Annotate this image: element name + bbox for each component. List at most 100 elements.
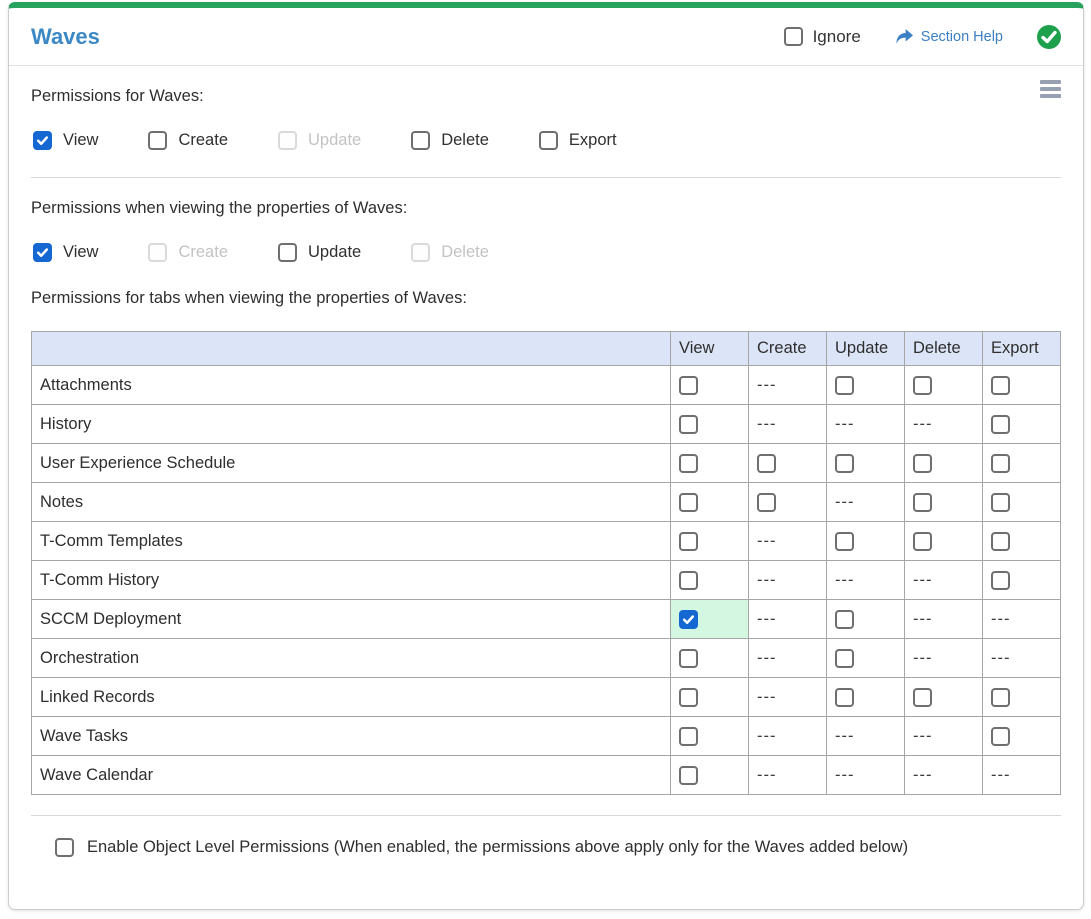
tab-permission-checkbox[interactable]: [757, 492, 776, 512]
permission-view[interactable]: View: [33, 243, 98, 262]
tab-permission-checkbox[interactable]: [835, 375, 854, 395]
not-applicable-cell: ---: [904, 599, 983, 639]
permission-label: Update: [308, 131, 362, 149]
permission-delete: Delete: [411, 243, 489, 262]
permission-create[interactable]: Create: [148, 131, 228, 150]
tab-permission-checkbox[interactable]: [835, 453, 854, 473]
permission-delete[interactable]: Delete: [411, 131, 489, 150]
permission-label: Delete: [441, 131, 489, 149]
permission-cell: [670, 599, 749, 639]
tab-permission-checkbox[interactable]: [913, 687, 932, 707]
tab-permission-checkbox[interactable]: [757, 453, 776, 473]
tab-permission-checkbox[interactable]: [679, 492, 698, 512]
tab-permission-checkbox[interactable]: [835, 687, 854, 707]
tab-permission-checkbox[interactable]: [991, 414, 1010, 434]
enable-olp-row[interactable]: Enable Object Level Permissions (When en…: [31, 816, 1061, 857]
not-applicable-cell: ---: [748, 638, 827, 678]
permission-cell: [826, 365, 905, 405]
tab-permission-checkbox[interactable]: [679, 726, 698, 746]
permission-label: Export: [568, 131, 617, 149]
not-applicable-cell: ---: [904, 404, 983, 444]
tab-permission-checkbox[interactable]: [835, 531, 854, 551]
permission-checkbox: [278, 131, 297, 150]
section-help-link[interactable]: Section Help: [895, 28, 1003, 45]
tab-permission-checkbox[interactable]: [913, 375, 932, 395]
checkmark-icon: [36, 136, 49, 145]
permission-cell: [982, 521, 1061, 561]
tab-permission-checkbox[interactable]: [679, 609, 698, 629]
tab-permission-checkbox[interactable]: [913, 492, 932, 512]
not-applicable-cell: ---: [826, 716, 905, 756]
properties-permissions-label: Permissions when viewing the properties …: [31, 199, 408, 217]
permission-checkbox[interactable]: [33, 243, 52, 262]
tab-permission-checkbox[interactable]: [991, 726, 1010, 746]
not-applicable-cell: ---: [748, 677, 827, 717]
permission-cell: [670, 404, 749, 444]
not-applicable-cell: ---: [748, 755, 827, 795]
section-help-label: Section Help: [920, 28, 1003, 45]
tab-permission-checkbox[interactable]: [679, 570, 698, 590]
tab-permission-checkbox[interactable]: [991, 453, 1010, 473]
tab-permission-checkbox[interactable]: [835, 648, 854, 668]
tab-permission-checkbox[interactable]: [679, 531, 698, 551]
tab-permission-checkbox[interactable]: [913, 453, 932, 473]
tab-permission-checkbox[interactable]: [991, 687, 1010, 707]
permission-cell: [826, 599, 905, 639]
forward-arrow-icon: [896, 29, 913, 44]
tab-permission-checkbox[interactable]: [679, 453, 698, 473]
table-row: Attachments ---: [31, 365, 1061, 405]
permission-cell: [982, 365, 1061, 405]
not-applicable-cell: ---: [826, 482, 905, 522]
not-applicable-cell: ---: [748, 716, 827, 756]
tab-permission-checkbox[interactable]: [679, 687, 698, 707]
permission-export[interactable]: Export: [538, 131, 617, 150]
tab-permission-checkbox[interactable]: [991, 375, 1010, 395]
table-row: Linked Records ---: [31, 677, 1061, 717]
permission-cell: [904, 443, 983, 483]
tab-permission-checkbox[interactable]: [679, 375, 698, 395]
checkmark-icon: [36, 248, 49, 257]
not-applicable-cell: ---: [982, 599, 1061, 639]
permissions-checkbox-row: View Create Update Delete Export: [33, 131, 1059, 150]
permission-checkbox[interactable]: [278, 243, 297, 262]
permission-cell: [670, 560, 749, 600]
permission-checkbox[interactable]: [148, 131, 168, 150]
column-header-view: View: [670, 331, 749, 366]
permission-cell: [904, 365, 983, 405]
permission-checkbox[interactable]: [33, 131, 52, 150]
column-header-export: Export: [982, 331, 1061, 366]
tab-permission-checkbox[interactable]: [991, 570, 1010, 590]
ignore-checkbox[interactable]: [783, 27, 803, 46]
table-row: User Experience Schedule: [31, 443, 1061, 483]
tab-name-cell: Orchestration: [31, 638, 671, 678]
enable-olp-checkbox[interactable]: [55, 838, 74, 857]
permission-update[interactable]: Update: [278, 243, 361, 262]
tab-permission-checkbox[interactable]: [679, 648, 698, 668]
tab-permission-checkbox[interactable]: [679, 414, 698, 434]
tabs-permissions-label: Permissions for tabs when viewing the pr…: [31, 289, 467, 307]
table-row: Wave Calendar --- --- --- ---: [31, 755, 1061, 795]
permission-label: View: [63, 243, 99, 261]
column-header-delete: Delete: [904, 331, 983, 366]
hamburger-menu-icon[interactable]: [1040, 80, 1061, 101]
tab-name-cell: Attachments: [31, 365, 671, 405]
permission-label: Create: [178, 131, 228, 149]
ignore-checkbox-row[interactable]: Ignore: [783, 27, 861, 47]
tab-permission-checkbox[interactable]: [835, 609, 854, 629]
permission-checkbox: [148, 243, 168, 262]
permission-checkbox[interactable]: [538, 131, 558, 150]
tab-name-cell: Linked Records: [31, 677, 671, 717]
permission-cell: [826, 521, 905, 561]
tab-name-cell: T-Comm History: [31, 560, 671, 600]
not-applicable-cell: ---: [826, 560, 905, 600]
permission-view[interactable]: View: [33, 131, 98, 150]
permission-cell: [904, 677, 983, 717]
tab-permission-checkbox[interactable]: [679, 765, 698, 785]
section-header: Waves Ignore Section Help: [9, 8, 1083, 66]
permission-label: Create: [178, 243, 228, 261]
permission-checkbox[interactable]: [411, 131, 431, 150]
not-applicable-cell: ---: [904, 755, 983, 795]
tab-permission-checkbox[interactable]: [913, 531, 932, 551]
tab-permission-checkbox[interactable]: [991, 492, 1010, 512]
tab-permission-checkbox[interactable]: [991, 531, 1010, 551]
